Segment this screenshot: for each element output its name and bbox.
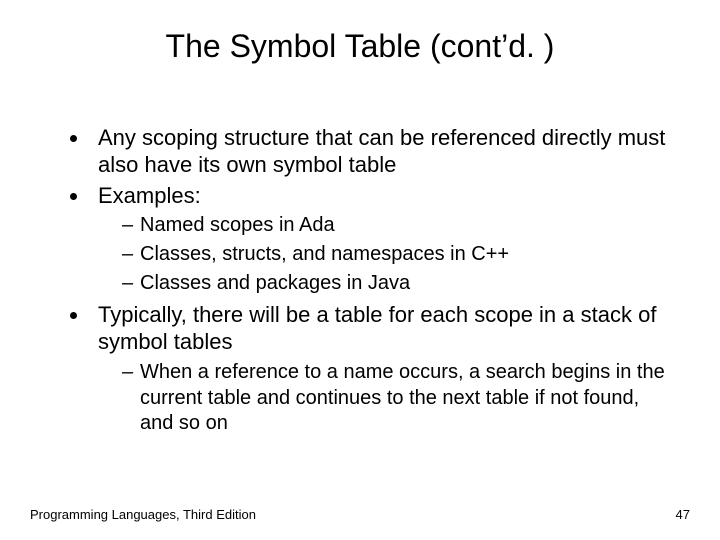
slide: The Symbol Table (cont’d. ) Any scoping … — [0, 0, 720, 540]
bullet-text: Typically, there will be a table for eac… — [98, 302, 656, 354]
bullet-text: Any scoping structure that can be refere… — [98, 125, 665, 177]
footer-source: Programming Languages, Third Edition — [30, 507, 256, 522]
page-number: 47 — [676, 507, 690, 522]
sub-bullet-text: Classes, structs, and namespaces in C++ — [140, 243, 509, 265]
sub-bullet-text: Classes and packages in Java — [140, 272, 410, 294]
bullet-item: Typically, there will be a table for eac… — [90, 302, 670, 436]
sub-bullet-text: Named scopes in Ada — [140, 214, 335, 236]
sub-bullet-list: Named scopes in Ada Classes, structs, an… — [98, 213, 670, 296]
bullet-item: Examples: Named scopes in Ada Classes, s… — [90, 183, 670, 297]
sub-bullet-list: When a reference to a name occurs, a sea… — [98, 360, 670, 437]
sub-bullet-item: Classes, structs, and namespaces in C++ — [122, 242, 670, 268]
sub-bullet-text: When a reference to a name occurs, a sea… — [140, 361, 665, 434]
bullet-text: Examples: — [98, 183, 201, 208]
bullet-list: Any scoping structure that can be refere… — [68, 125, 670, 437]
slide-title: The Symbol Table (cont’d. ) — [0, 28, 720, 65]
slide-content: Any scoping structure that can be refere… — [68, 125, 670, 443]
sub-bullet-item: Classes and packages in Java — [122, 271, 670, 297]
bullet-item: Any scoping structure that can be refere… — [90, 125, 670, 179]
sub-bullet-item: Named scopes in Ada — [122, 213, 670, 239]
sub-bullet-item: When a reference to a name occurs, a sea… — [122, 360, 670, 437]
